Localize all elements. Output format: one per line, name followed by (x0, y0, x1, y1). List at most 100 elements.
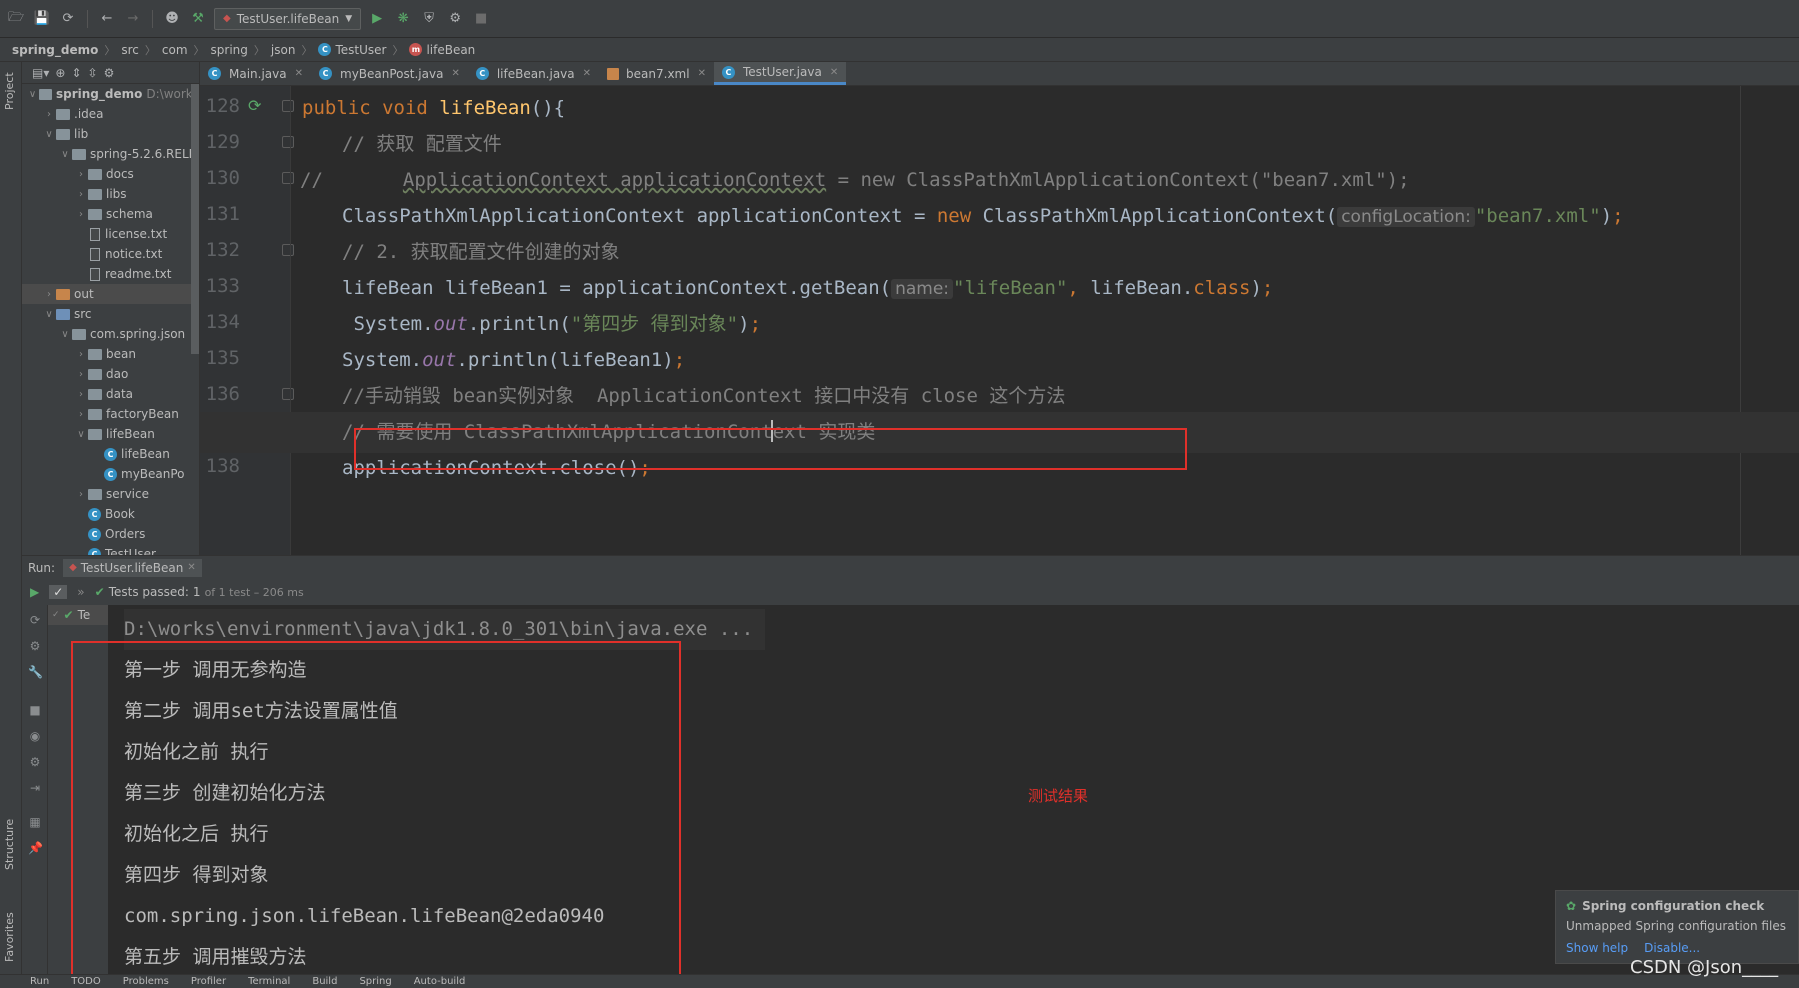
chevron-right-icon[interactable]: › (74, 369, 88, 380)
tree-item[interactable]: ∨ spring-5.2.6.RELE (22, 144, 199, 164)
gear-icon[interactable]: ⚙ (104, 66, 115, 80)
tree-item[interactable]: › dao (22, 364, 199, 384)
run-config-selector[interactable]: ◆ TestUser.lifeBean ▼ (214, 7, 362, 30)
locate-icon[interactable]: ⊕ (55, 66, 65, 80)
tree-item[interactable]: C Book (22, 504, 199, 524)
tree-item[interactable]: › bean (22, 344, 199, 364)
settings-icon[interactable]: ⚙ (28, 755, 42, 769)
profile-icon[interactable]: ⚙ (445, 9, 465, 29)
bottom-tool-tab[interactable]: Spring (359, 976, 391, 987)
tree-item[interactable]: license.txt (22, 224, 199, 244)
close-icon[interactable]: ✕ (698, 68, 706, 79)
chevron-right-icon[interactable]: › (74, 349, 88, 360)
tree-item[interactable]: › out (22, 284, 199, 304)
breadcrumb-item[interactable]: TestUser (335, 43, 386, 57)
tree-item[interactable]: CmyBeanPo (22, 464, 199, 484)
code-line[interactable]: // 2. 获取配置文件创建的对象 (200, 232, 1799, 273)
save-icon[interactable]: 💾 (32, 9, 52, 29)
breadcrumb-item[interactable]: spring_demo (12, 43, 98, 57)
bottom-tool-tab[interactable]: TODO (71, 976, 101, 987)
close-icon[interactable]: ✕ (451, 68, 459, 79)
chevron-right-icon[interactable]: › (74, 189, 88, 200)
code-line[interactable]: lifeBean lifeBean1 = applicationContext.… (200, 268, 1799, 309)
editor-tab[interactable]: ClifeBean.java ✕ (468, 62, 599, 85)
camera-icon[interactable]: ◉ (28, 729, 42, 743)
chevron-right-icon[interactable]: › (74, 209, 88, 220)
chevron-down-icon[interactable]: ∨ (42, 309, 56, 320)
chevron-down-icon[interactable]: ∨ (26, 89, 39, 100)
chevron-right-icon[interactable]: › (74, 389, 88, 400)
editor-tab[interactable]: C TestUser.java ✕ (713, 62, 847, 85)
rerun-icon[interactable]: ▶ (30, 585, 39, 599)
chevron-down-icon[interactable]: ∨ (74, 429, 88, 440)
breadcrumb-item[interactable]: spring (211, 43, 248, 57)
code-line[interactable]: //手动销毁 bean实例对象 ApplicationContext 接口中没有… (200, 376, 1799, 417)
chevron-down-icon[interactable]: ∨ (58, 149, 72, 160)
code-line[interactable]: ClassPathXmlApplicationContext applicati… (200, 196, 1799, 237)
bottom-tool-tab[interactable]: Problems (123, 976, 169, 987)
project-tool-button[interactable]: Project (3, 72, 16, 110)
tree-item[interactable]: ClifeBean (22, 444, 199, 464)
code-line[interactable]: System.out.println("第四步 得到对象"); (200, 304, 1799, 345)
breadcrumb-item[interactable]: lifeBean (426, 43, 475, 57)
project-view-icon[interactable]: ▤▾ (32, 66, 49, 80)
bottom-tool-tab[interactable]: Profiler (191, 976, 226, 987)
coverage-icon[interactable]: ⛨ (419, 9, 439, 29)
tree-scrollbar[interactable] (191, 84, 199, 354)
tree-item[interactable]: ∨ src (22, 304, 199, 324)
chevron-right-icon[interactable]: › (74, 409, 88, 420)
bottom-tool-tab[interactable]: Run (30, 976, 49, 987)
tree-item[interactable]: ∨ lib (22, 124, 199, 144)
chevron-right-icon[interactable]: › (42, 289, 56, 300)
wrench-icon[interactable]: 🔧 (28, 665, 43, 679)
editor-tab[interactable]: C Main.java ✕ (200, 62, 311, 85)
chevron-right-icon[interactable]: › (42, 109, 56, 120)
tree-item[interactable]: › .idea (22, 104, 199, 124)
code-line[interactable]: public void lifeBean(){ (200, 88, 1799, 129)
structure-tool-button[interactable]: Structure (3, 819, 16, 870)
tree-item[interactable]: C Orders (22, 524, 199, 544)
pin-icon[interactable]: 📌 (28, 841, 43, 855)
tree-item[interactable]: ∨ lifeBean (22, 424, 199, 444)
close-icon[interactable]: ✕ (187, 562, 195, 573)
tree-item[interactable]: › schema (22, 204, 199, 224)
tree-item[interactable]: › libs (22, 184, 199, 204)
tree-item[interactable]: › data (22, 384, 199, 404)
bottom-tool-tab[interactable]: Auto-build (414, 976, 466, 987)
stop-icon[interactable]: ■ (471, 9, 491, 29)
tree-item[interactable]: › service (22, 484, 199, 504)
check-toggle-icon[interactable]: ✓ (49, 585, 68, 599)
layout-icon[interactable]: ▦ (28, 815, 42, 829)
bottom-tool-tab[interactable]: Build (312, 976, 337, 987)
breadcrumb-item[interactable]: json (271, 43, 296, 57)
editor-tab[interactable]: CmyBeanPost.java ✕ (311, 62, 468, 85)
user-icon[interactable]: ☻ (162, 9, 182, 29)
tree-item[interactable]: C TestUser (22, 544, 199, 555)
disable-link[interactable]: Disable... (1644, 941, 1700, 955)
tree-item[interactable]: ∨ spring_demo D:\works (22, 84, 199, 104)
tree-item[interactable]: readme.txt (22, 264, 199, 284)
favorites-tool-button[interactable]: Favorites (3, 912, 16, 962)
show-help-link[interactable]: Show help (1566, 941, 1628, 955)
test-tree-node[interactable]: ✓ ✔ Te (48, 605, 108, 625)
chevron-down-icon[interactable]: ∨ (42, 129, 56, 140)
tree-item[interactable]: › docs (22, 164, 199, 184)
chevron-right-icon[interactable]: › (74, 489, 88, 500)
export-icon[interactable]: ⇥ (28, 781, 42, 795)
tree-item[interactable]: ∨ com.spring.json (22, 324, 199, 344)
run-tab[interactable]: ◆ TestUser.lifeBean ✕ (63, 558, 202, 577)
stop-icon[interactable]: ■ (28, 703, 42, 717)
rerun-failed-icon[interactable]: ⟳ (28, 613, 42, 627)
back-icon[interactable]: ← (97, 9, 117, 29)
close-icon[interactable]: ✕ (295, 68, 303, 79)
tree-item[interactable]: › factoryBean (22, 404, 199, 424)
chevron-right-icon[interactable]: › (74, 169, 88, 180)
code-line[interactable]: //ApplicationContext applicationContext … (200, 160, 1799, 201)
breadcrumb-item[interactable]: src (121, 43, 139, 57)
open-folder-icon[interactable]: 🗁 (6, 9, 26, 29)
debug-icon[interactable]: ⚙ (28, 639, 42, 653)
chevron-down-icon[interactable]: ∨ (58, 329, 72, 340)
editor-tab[interactable]: bean7.xml ✕ (599, 62, 714, 85)
collapse-all-icon[interactable]: ⇳ (88, 66, 98, 80)
breadcrumb-item[interactable]: com (162, 43, 188, 57)
